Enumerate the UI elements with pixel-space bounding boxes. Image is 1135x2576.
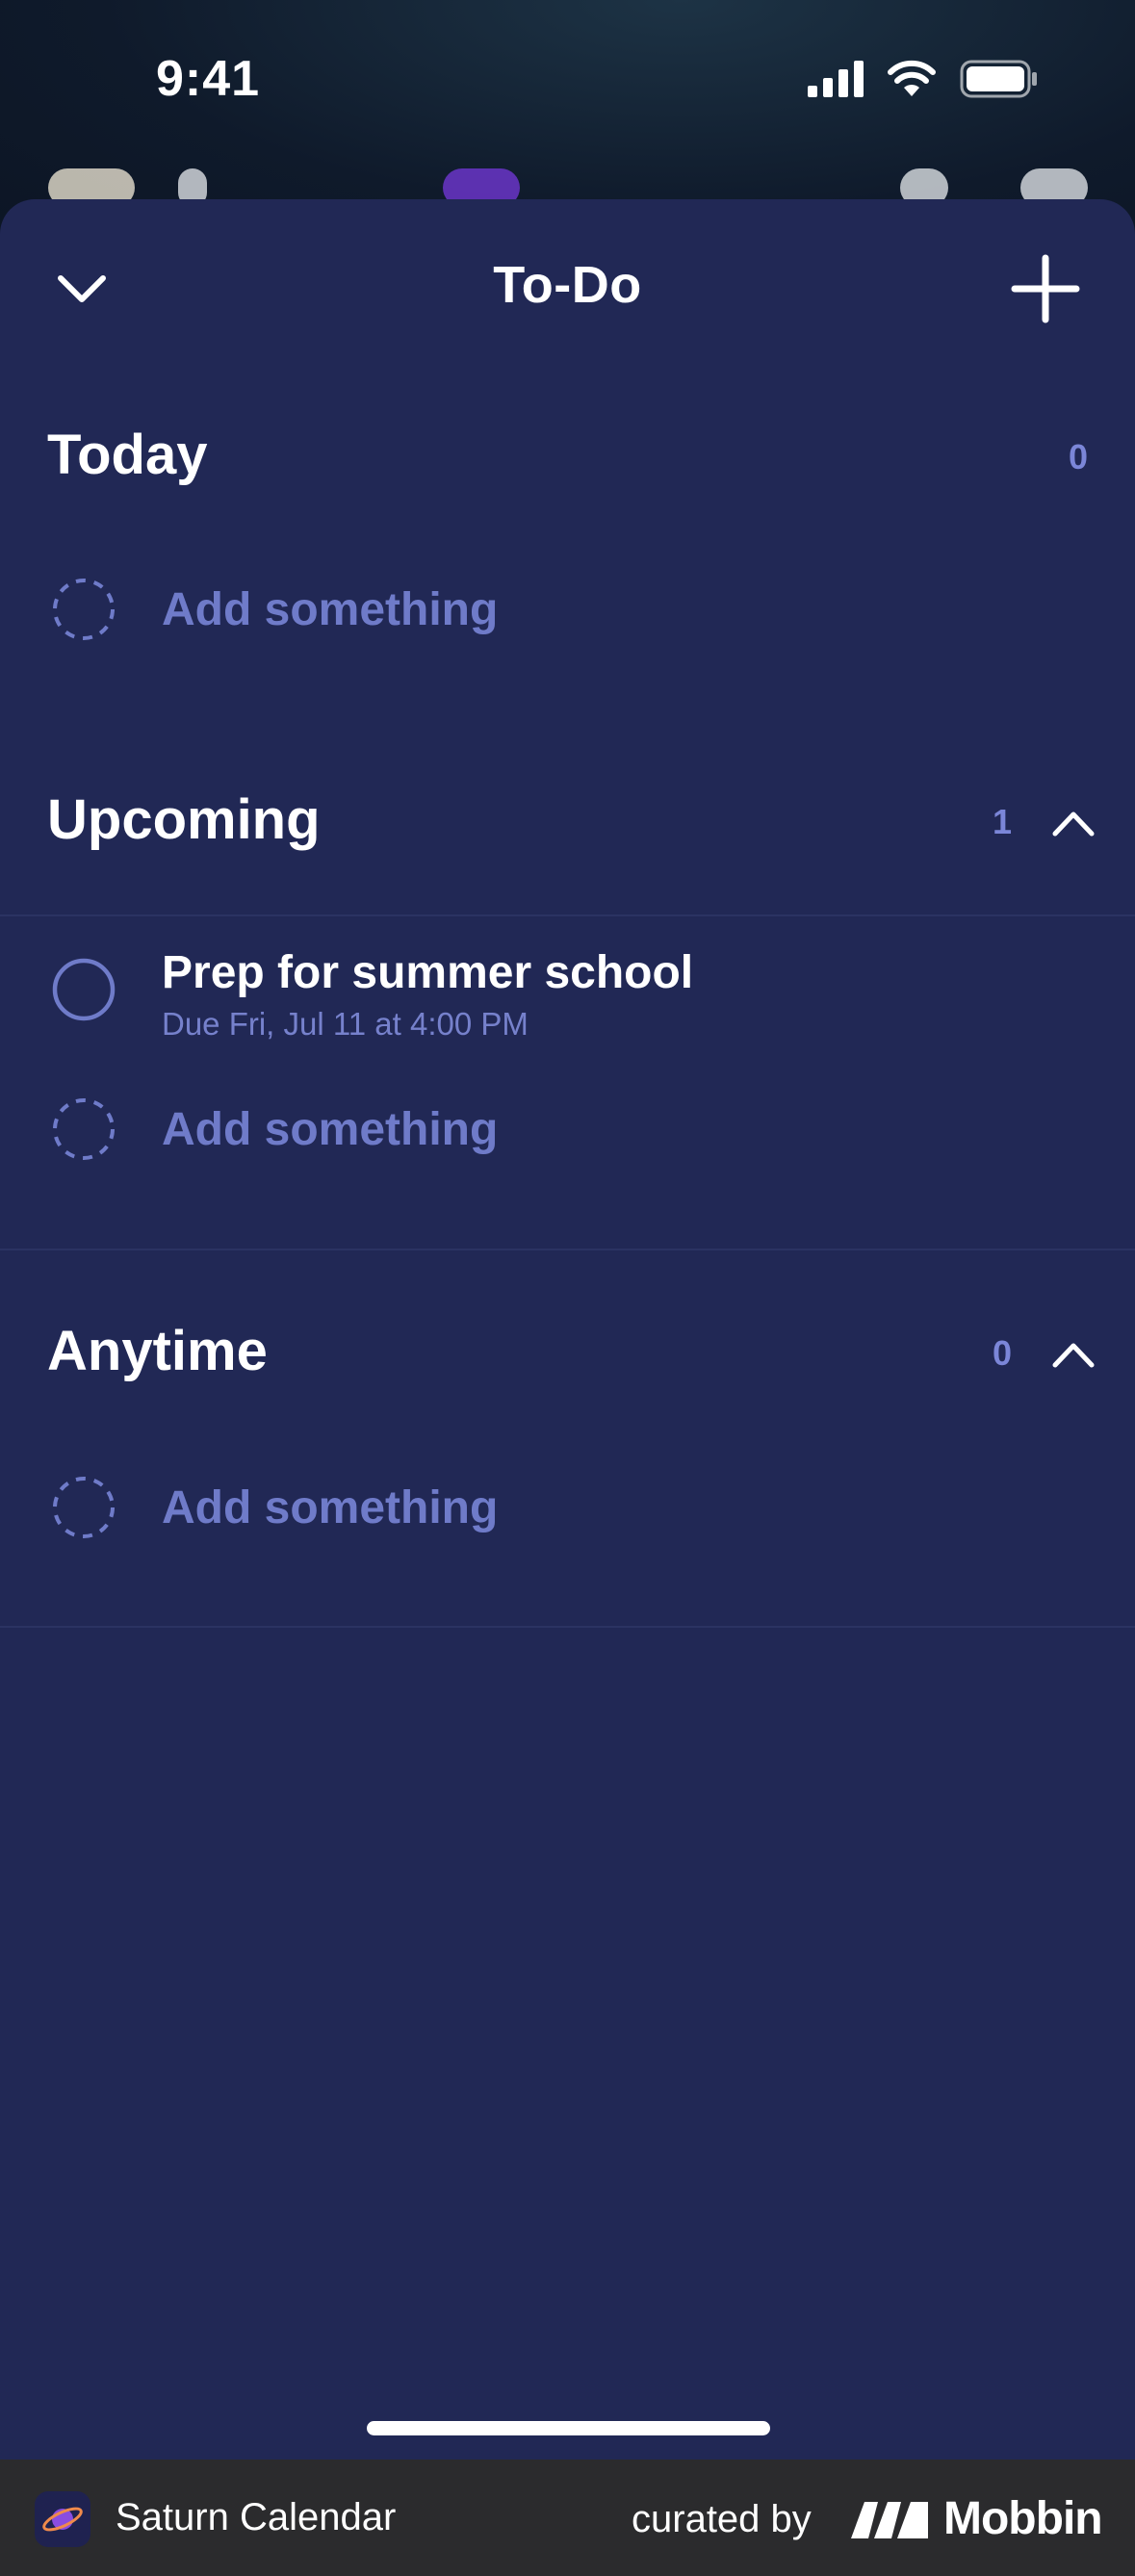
sheet-title: To-Do bbox=[493, 256, 642, 314]
wifi-icon bbox=[888, 60, 936, 96]
section-toggle-button[interactable] bbox=[1045, 1326, 1102, 1383]
dashed-circle-icon bbox=[53, 579, 115, 640]
section-anytime: Anytime 0 Add something bbox=[0, 1249, 1135, 1628]
add-todo-button[interactable] bbox=[1002, 245, 1089, 332]
section-upcoming: Upcoming 1 Prep for summer school Due Fr… bbox=[0, 717, 1135, 1250]
section-title: Anytime bbox=[47, 1320, 268, 1382]
section-toggle-button[interactable] bbox=[1045, 794, 1102, 852]
add-something-label: Add something bbox=[162, 1482, 499, 1533]
chevron-up-icon bbox=[1052, 811, 1095, 837]
status-icons bbox=[808, 60, 1039, 98]
task-row[interactable]: Prep for summer school Due Fri, Jul 11 a… bbox=[0, 946, 1135, 1052]
empty-circle-icon[interactable] bbox=[52, 958, 116, 1021]
battery-icon bbox=[960, 60, 1037, 98]
mobbin-mark-icon bbox=[851, 2501, 928, 2538]
section-count: 0 bbox=[1068, 437, 1088, 477]
signal-icon bbox=[808, 61, 864, 97]
home-indicator[interactable] bbox=[367, 2421, 770, 2435]
section-title: Today bbox=[47, 424, 208, 486]
section-count: 1 bbox=[992, 802, 1012, 841]
todo-sheet: To-Do Today 0 Add something Upcoming 1 P… bbox=[0, 199, 1135, 2460]
status-bar: 9:41 bbox=[0, 0, 1135, 173]
status-time: 9:41 bbox=[156, 51, 261, 107]
add-something-row[interactable]: Add something bbox=[0, 558, 1135, 664]
dashed-circle-icon bbox=[53, 1477, 115, 1538]
add-something-row[interactable]: Add something bbox=[0, 1078, 1135, 1184]
add-something-row[interactable]: Add something bbox=[0, 1456, 1135, 1562]
task-title: Prep for summer school bbox=[162, 947, 694, 998]
section-count: 0 bbox=[992, 1333, 1012, 1373]
plus-icon bbox=[1011, 254, 1080, 323]
add-something-label: Add something bbox=[162, 584, 499, 635]
mobbin-logo: Mobbin bbox=[851, 2492, 1103, 2545]
app-name: Saturn Calendar bbox=[116, 2496, 397, 2538]
chevron-up-icon bbox=[1052, 1343, 1095, 1368]
curated-by-label: curated by bbox=[632, 2498, 812, 2540]
footer-bar: Saturn Calendar curated by Mobbin bbox=[0, 2460, 1135, 2576]
section-title: Upcoming bbox=[47, 788, 321, 851]
dashed-circle-icon bbox=[53, 1098, 115, 1160]
add-something-label: Add something bbox=[162, 1104, 499, 1155]
saturn-icon bbox=[42, 2507, 83, 2532]
sheet-header: To-Do bbox=[0, 199, 1135, 368]
mobbin-wordmark: Mobbin bbox=[943, 2493, 1103, 2544]
app-icon bbox=[35, 2491, 90, 2547]
task-due-date: Due Fri, Jul 11 at 4:00 PM bbox=[162, 1006, 529, 1042]
